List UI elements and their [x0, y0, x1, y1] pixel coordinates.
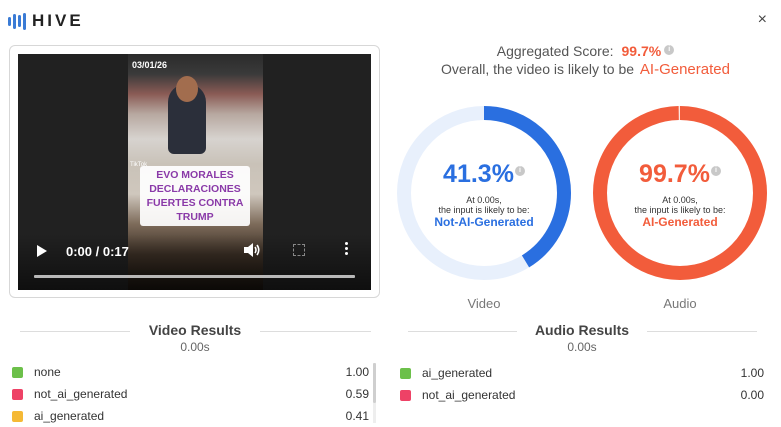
aggregated-score: Aggregated Score: 99.7% i: [390, 43, 781, 59]
caption-line: FUERTES CONTRA: [146, 197, 244, 209]
more-options-icon[interactable]: [345, 242, 349, 258]
video-player[interactable]: 03/01/26 TikTok EVO MORALES DECLARACIONE…: [18, 54, 371, 290]
video-result-row: ai_generated 0.41: [12, 408, 369, 426]
video-caption: EVO MORALES DECLARACIONES FUERTES CONTRA…: [140, 166, 250, 226]
play-icon[interactable]: [37, 245, 47, 257]
close-button[interactable]: ×: [758, 12, 767, 28]
hive-logo: HIVE: [8, 11, 84, 31]
audio-result-row: not_ai_generated 0.00: [400, 387, 764, 405]
speaker-head: [176, 76, 198, 102]
time-display: 0:00 / 0:17: [66, 244, 129, 259]
video-results-title: Video Results: [130, 322, 260, 338]
hive-logo-icon: [8, 12, 26, 30]
caption-line: DECLARACIONES: [149, 183, 241, 195]
video-card: 03/01/26 TikTok EVO MORALES DECLARACIONE…: [9, 45, 380, 298]
info-icon[interactable]: i: [514, 166, 525, 176]
volume-icon[interactable]: [244, 243, 261, 257]
scrollbar-thumb[interactable]: [373, 363, 376, 403]
video-controls: 0:00 / 0:17: [18, 234, 371, 290]
gauge-caption: the input is likely to be:: [438, 205, 530, 215]
info-icon[interactable]: i: [664, 45, 675, 55]
gauge-caption: At 0.00s,: [466, 195, 502, 205]
audio-gauge: 99.7% i At 0.00s, the input is likely to …: [587, 100, 773, 286]
audio-gauge-verdict: AI-Generated: [642, 215, 718, 229]
video-date-overlay: 03/01/26: [132, 60, 168, 70]
fullscreen-icon[interactable]: [293, 244, 305, 256]
video-result-row: not_ai_generated 0.59: [12, 386, 369, 404]
gauge-caption: At 0.00s,: [662, 195, 698, 205]
legend-swatch: [12, 367, 23, 378]
info-icon[interactable]: i: [710, 166, 721, 176]
legend-swatch: [400, 390, 411, 401]
video-result-row: none 1.00: [12, 364, 369, 382]
audio-gauge-label: Audio: [663, 296, 697, 311]
logo-text: HIVE: [32, 11, 84, 30]
gauge-caption: the input is likely to be:: [634, 205, 726, 215]
video-gauge: 41.3% i At 0.00s, the input is likely to …: [391, 100, 577, 286]
video-results-time: 0.00s: [180, 340, 210, 354]
audio-results-time: 0.00s: [567, 340, 597, 354]
audio-results-title: Audio Results: [517, 322, 647, 338]
video-gauge-label: Video: [467, 296, 501, 311]
summary-prefix: Overall, the video is likely to be: [441, 61, 635, 77]
video-gauge-percent: 41.3% i: [391, 160, 577, 189]
progress-bar[interactable]: [34, 275, 355, 278]
caption-line: EVO MORALES: [156, 169, 234, 181]
header: HIVE ×: [0, 0, 781, 44]
caption-line: TRUMP: [176, 211, 214, 223]
audio-result-row: ai_generated 1.00: [400, 365, 764, 383]
legend-swatch: [400, 368, 411, 379]
overall-verdict: AI-Generated: [639, 61, 730, 78]
legend-swatch: [12, 389, 23, 400]
aggregated-score-value: 99.7%: [621, 43, 662, 59]
video-gauge-verdict: Not-AI-Generated: [434, 215, 534, 229]
overall-summary: Overall, the video is likely to be AI-Ge…: [390, 61, 781, 78]
audio-gauge-percent: 99.7% i: [587, 160, 773, 189]
aggregated-score-label: Aggregated Score:: [496, 43, 614, 59]
legend-swatch: [12, 411, 23, 422]
